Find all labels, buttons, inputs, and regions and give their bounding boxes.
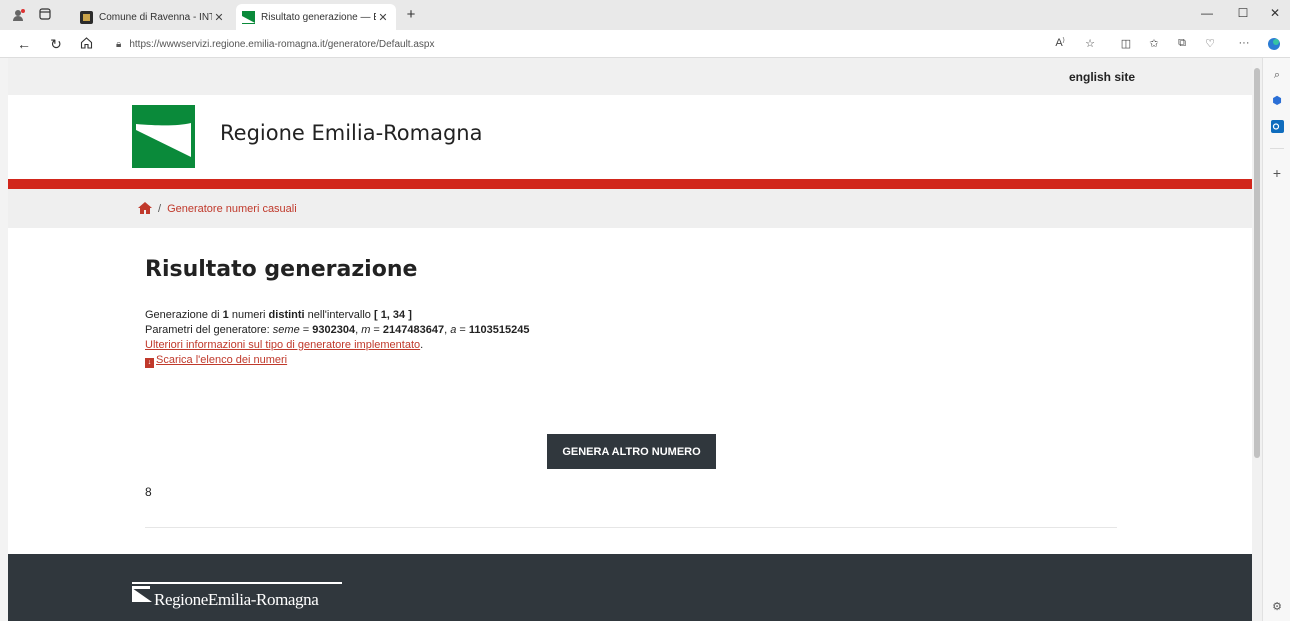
regione-favicon-icon bbox=[242, 10, 255, 24]
favorite-star-icon[interactable]: ☆ bbox=[1082, 37, 1098, 50]
generate-another-button[interactable]: GENERA ALTRO NUMERO bbox=[547, 434, 716, 469]
seme-value: 9302304 bbox=[312, 324, 356, 336]
footer-logo-text: RegioneEmilia-Romagna bbox=[154, 590, 319, 609]
collections-icon[interactable]: ⧉ bbox=[1174, 37, 1190, 50]
m-value: 2147483647 bbox=[382, 324, 445, 336]
page-viewport: english site Regione Emilia-Romagna / Ge… bbox=[8, 58, 1252, 621]
params-label: Parametri del generatore: bbox=[145, 324, 273, 336]
divider bbox=[145, 527, 1117, 528]
more-options-icon[interactable]: ··· bbox=[1236, 37, 1252, 49]
site-footer: RegioneEmilia-Romagna bbox=[8, 554, 1252, 621]
generator-info-link[interactable]: Ulteriori informazioni sul tipo di gener… bbox=[145, 339, 420, 351]
seme-label: seme bbox=[272, 324, 300, 336]
reload-icon[interactable]: ↻ bbox=[48, 36, 64, 52]
tab-title: Risultato generazione — E-R Il portale bbox=[261, 11, 376, 23]
a-label: a bbox=[450, 324, 457, 336]
tab-actions-icon[interactable] bbox=[38, 8, 52, 22]
distinct-label: distinti bbox=[268, 309, 305, 321]
url-field[interactable]: 🔒︎ https://wwwservizi.regione.emilia-rom… bbox=[106, 33, 1006, 55]
brand-name[interactable]: Regione Emilia-Romagna bbox=[220, 121, 483, 145]
back-icon[interactable]: ← bbox=[16, 36, 32, 52]
settings-gear-icon[interactable]: ⚙ bbox=[1270, 600, 1284, 614]
new-tab-button[interactable]: + bbox=[404, 7, 418, 22]
generation-info: Generazione di 1 numeri distinti nell'in… bbox=[145, 308, 530, 368]
pdf-icon: ↓ bbox=[145, 358, 154, 368]
copilot-icon[interactable] bbox=[1266, 37, 1282, 54]
lock-icon: 🔒︎ bbox=[116, 38, 122, 50]
home-icon[interactable] bbox=[78, 36, 94, 52]
breadcrumb: / Generatore numeri casuali bbox=[8, 189, 1252, 228]
sidebar-divider bbox=[1270, 148, 1284, 149]
close-tab-icon[interactable]: ✕ bbox=[212, 11, 226, 24]
generation-summary: Generazione di 1 numeri distinti nell'in… bbox=[145, 308, 529, 323]
tab-comune-ravenna[interactable]: Comune di Ravenna - INTRANET ✕ bbox=[74, 4, 232, 30]
browser-tab-bar: Comune di Ravenna - INTRANET ✕ Risultato… bbox=[0, 0, 1290, 30]
search-icon[interactable]: ⌕ bbox=[1270, 68, 1284, 82]
maximize-icon[interactable]: ☐ bbox=[1232, 6, 1254, 20]
address-bar: ← ↻ 🔒︎ https://wwwservizi.regione.emilia… bbox=[0, 30, 1290, 58]
a-value: 1103515245 bbox=[468, 324, 530, 336]
close-tab-icon[interactable]: ✕ bbox=[376, 11, 390, 24]
browser-sidebar: ⌕ ⬢ + ⚙ bbox=[1262, 58, 1290, 621]
profile-icon[interactable] bbox=[12, 8, 26, 22]
page-title: Risultato generazione bbox=[145, 257, 418, 282]
close-window-icon[interactable]: ✕ bbox=[1264, 6, 1286, 20]
top-strip: english site bbox=[8, 58, 1252, 95]
summary-text: Generazione di bbox=[145, 309, 223, 321]
add-sidebar-app-icon[interactable]: + bbox=[1270, 166, 1284, 180]
minimize-icon[interactable]: — bbox=[1196, 6, 1218, 20]
regione-logo-icon[interactable] bbox=[132, 105, 195, 168]
outlook-icon[interactable] bbox=[1270, 120, 1284, 134]
english-site-link[interactable]: english site bbox=[1069, 70, 1135, 84]
breadcrumb-separator: / bbox=[158, 202, 162, 215]
split-screen-icon[interactable]: ◫ bbox=[1118, 37, 1134, 50]
breadcrumb-current[interactable]: Generatore numeri casuali bbox=[167, 203, 297, 215]
range-value: [ 1, 34 ] bbox=[373, 309, 412, 321]
scrollbar-thumb[interactable] bbox=[1254, 68, 1260, 458]
ravenna-favicon-icon bbox=[80, 10, 93, 24]
tab-risultato-generazione[interactable]: Risultato generazione — E-R Il portale ✕ bbox=[236, 4, 396, 30]
url-text: https://wwwservizi.regione.emilia-romagn… bbox=[129, 38, 435, 50]
red-divider bbox=[8, 179, 1252, 189]
m-label: m bbox=[361, 324, 371, 336]
site-header: Regione Emilia-Romagna bbox=[8, 95, 1252, 179]
favorites-icon[interactable]: ✩ bbox=[1146, 37, 1162, 50]
read-aloud-icon[interactable]: A) bbox=[1052, 37, 1068, 49]
extensions-icon[interactable]: ♡ bbox=[1202, 37, 1218, 50]
shopping-icon[interactable]: ⬢ bbox=[1270, 94, 1284, 108]
generated-number: 8 bbox=[145, 485, 152, 499]
download-list-link[interactable]: Scarica l'elenco dei numeri bbox=[156, 354, 287, 366]
summary-text: numeri bbox=[228, 309, 269, 321]
tab-title: Comune di Ravenna - INTRANET bbox=[99, 11, 212, 23]
page-scrollbar[interactable] bbox=[1252, 58, 1262, 621]
summary-text: nell'intervallo bbox=[304, 309, 374, 321]
generator-params: Parametri del generatore: seme = 9302304… bbox=[145, 324, 530, 336]
home-icon[interactable] bbox=[138, 201, 152, 217]
